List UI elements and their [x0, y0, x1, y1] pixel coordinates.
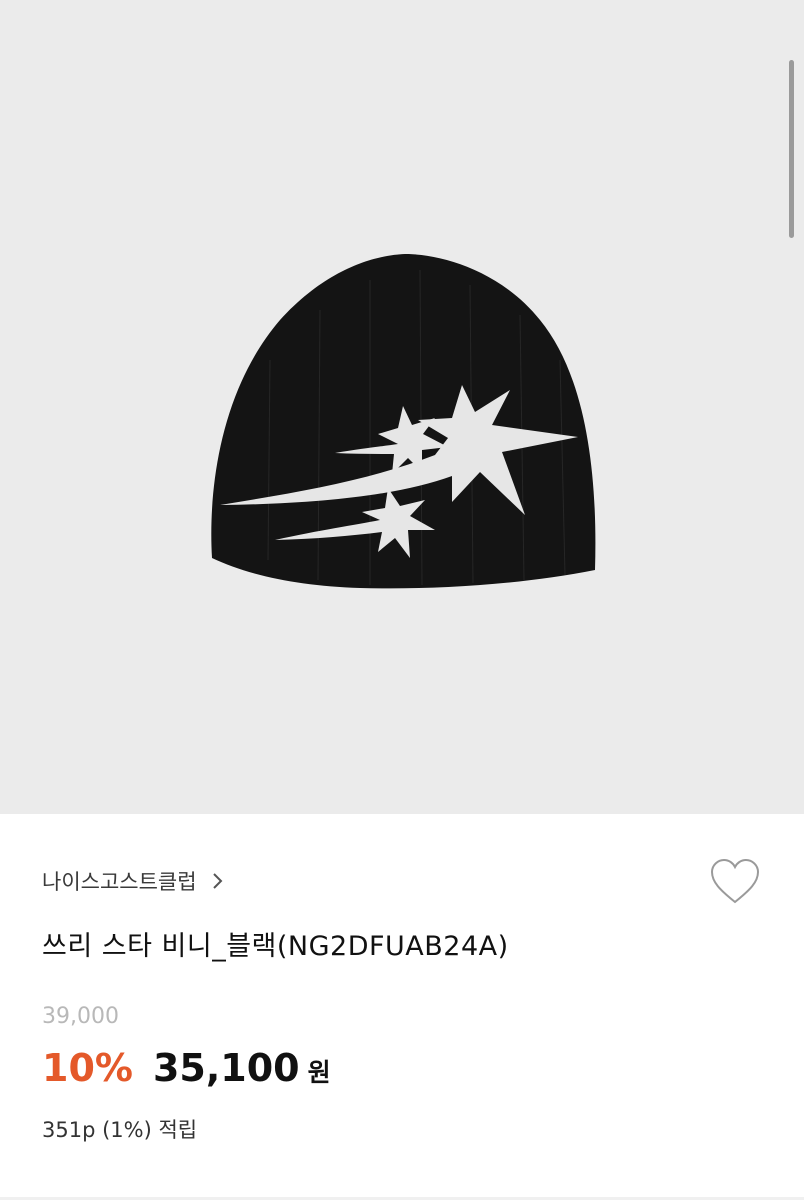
- product-image-beanie: [211, 254, 596, 589]
- product-info: 나이스고스트클럽 쓰리 스타 비니_블랙(NG2DFUAB24A) 39,000…: [0, 814, 804, 1200]
- product-title: 쓰리 스타 비니_블랙(NG2DFUAB24A): [42, 931, 509, 962]
- currency-unit: 원: [307, 1058, 331, 1087]
- brand-link[interactable]: 나이스고스트클럽: [42, 866, 229, 896]
- chevron-right-icon: [212, 873, 222, 889]
- sale-price: 35,100: [152, 1046, 300, 1090]
- price-row: 10% 35,100 원: [42, 1046, 331, 1090]
- original-price: 39,000: [42, 1004, 119, 1029]
- discount-rate: 10%: [42, 1046, 133, 1090]
- heart-outline-icon[interactable]: [708, 856, 762, 908]
- reward-points: 351p (1%) 적립: [42, 1118, 198, 1142]
- product-image-area[interactable]: [0, 0, 804, 814]
- scrollbar[interactable]: [789, 60, 794, 238]
- brand-name: 나이스고스트클럽: [42, 870, 197, 894]
